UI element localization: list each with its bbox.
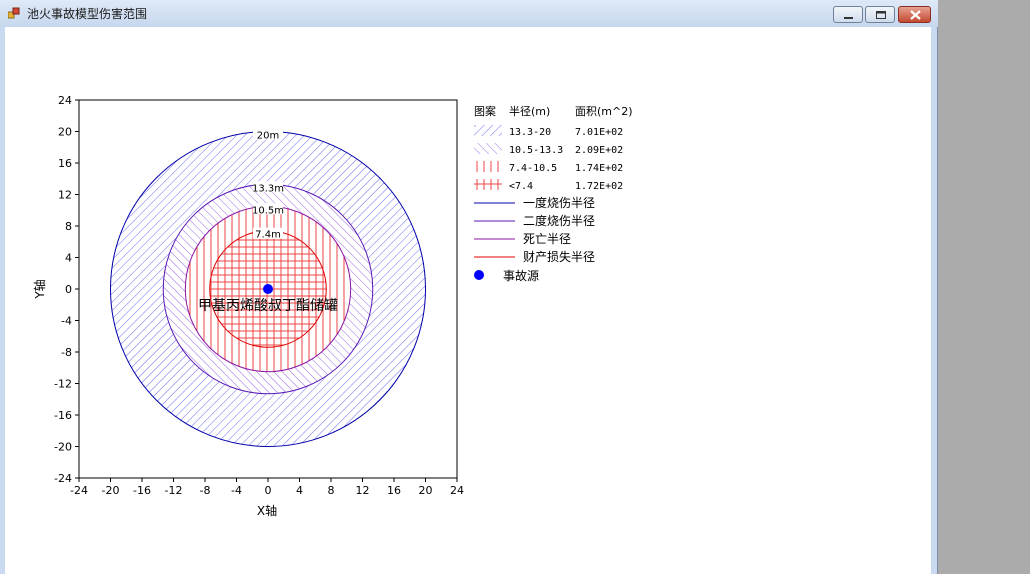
circle-label-3: 10.5m [252, 205, 284, 216]
x-tick-label: 16 [387, 484, 401, 497]
legend-line-3-label: 死亡半径 [523, 232, 571, 246]
maximize-icon [876, 11, 886, 19]
legend-header-radius: 半径(m) [509, 104, 550, 118]
x-tick-label: 4 [296, 484, 303, 497]
legend-zone-1-range: 13.3-20 [509, 127, 551, 138]
y-tick-label: 20 [58, 126, 72, 139]
pool-fire-chart: -24 -20 -16 -12 -8 -4 0 4 8 12 16 20 24 24 20 16 12 8 4 0 -4… [32, 94, 633, 518]
legend-source-label: 事故源 [503, 268, 539, 283]
legend-line-4-label: 财产损失半径 [523, 249, 595, 264]
circle-label-4: 7.4m [255, 230, 281, 241]
legend-swatch-zone-1 [474, 125, 502, 136]
y-tick-label: -4 [61, 315, 72, 328]
legend-zone-4-area: 1.72E+02 [575, 181, 623, 192]
y-tick-label: 16 [58, 157, 72, 170]
accident-source-point [263, 284, 273, 294]
y-tick-label: -20 [54, 441, 72, 454]
x-tick-label: 0 [265, 484, 272, 497]
close-icon [910, 10, 921, 20]
maximize-button[interactable] [865, 6, 895, 23]
legend: 图案 半径(m) 面积(m^2) 13.3-20 7.01E+02 10.5-1… [474, 104, 633, 283]
legend-zone-3-range: 7.4-10.5 [509, 163, 557, 174]
client-area: -24 -20 -16 -12 -8 -4 0 4 8 12 16 20 24 24 20 16 12 8 4 0 -4… [5, 27, 931, 574]
x-tick-label: 20 [419, 484, 433, 497]
close-button[interactable] [898, 6, 931, 23]
legend-zone-2-area: 2.09E+02 [575, 145, 623, 156]
x-tick-label: -12 [165, 484, 183, 497]
y-tick-label: -24 [54, 472, 72, 485]
legend-header-pattern: 图案 [474, 104, 496, 118]
source-point-label: 甲基丙烯酸叔丁酯储罐 [198, 297, 338, 314]
legend-swatch-zone-3 [474, 161, 502, 172]
x-tick-label: 8 [328, 484, 335, 497]
y-axis-label: Y轴 [32, 279, 47, 299]
window-title: 池火事故模型伤害范围 [27, 7, 148, 21]
circle-label-2: 13.3m [252, 183, 284, 194]
title-bar[interactable]: 池火事故模型伤害范围 [0, 0, 938, 27]
legend-header-area: 面积(m^2) [575, 105, 633, 118]
legend-zone-4-range: <7.4 [509, 181, 533, 192]
legend-zone-1-area: 7.01E+02 [575, 127, 623, 138]
legend-source-marker [474, 270, 484, 280]
y-tick-label: -16 [54, 409, 72, 422]
x-tick-label: -20 [102, 484, 120, 497]
y-tick-label: 8 [65, 220, 72, 233]
x-tick-label: -24 [70, 484, 88, 497]
x-tick-label: -4 [231, 484, 242, 497]
minimize-icon [844, 17, 853, 19]
x-tick-label: 12 [356, 484, 370, 497]
circle-label-1: 20m [257, 131, 279, 142]
x-tick-label: 24 [450, 484, 464, 497]
y-tick-label: -12 [54, 378, 72, 391]
app-window: 池火事故模型伤害范围 -24 -20 -16 -12 -8 -4 0 4 8 1… [0, 0, 938, 574]
y-tick-label: 12 [58, 189, 72, 202]
legend-line-2-label: 二度烧伤半径 [523, 213, 595, 228]
legend-line-1-label: 一度烧伤半径 [523, 195, 595, 210]
x-axis-label: X轴 [257, 503, 277, 518]
legend-zone-3-area: 1.74E+02 [575, 163, 623, 174]
legend-swatch-zone-4 [474, 179, 502, 190]
app-icon [8, 7, 20, 19]
y-tick-label: 0 [65, 283, 72, 296]
minimize-button[interactable] [833, 6, 863, 23]
y-tick-label: -8 [61, 346, 72, 359]
y-tick-label: 4 [65, 252, 72, 265]
y-tick-label: 24 [58, 94, 72, 107]
x-tick-label: -16 [133, 484, 151, 497]
legend-zone-2-range: 10.5-13.3 [509, 145, 563, 156]
x-tick-label: -8 [200, 484, 211, 497]
legend-swatch-zone-2 [474, 143, 502, 154]
